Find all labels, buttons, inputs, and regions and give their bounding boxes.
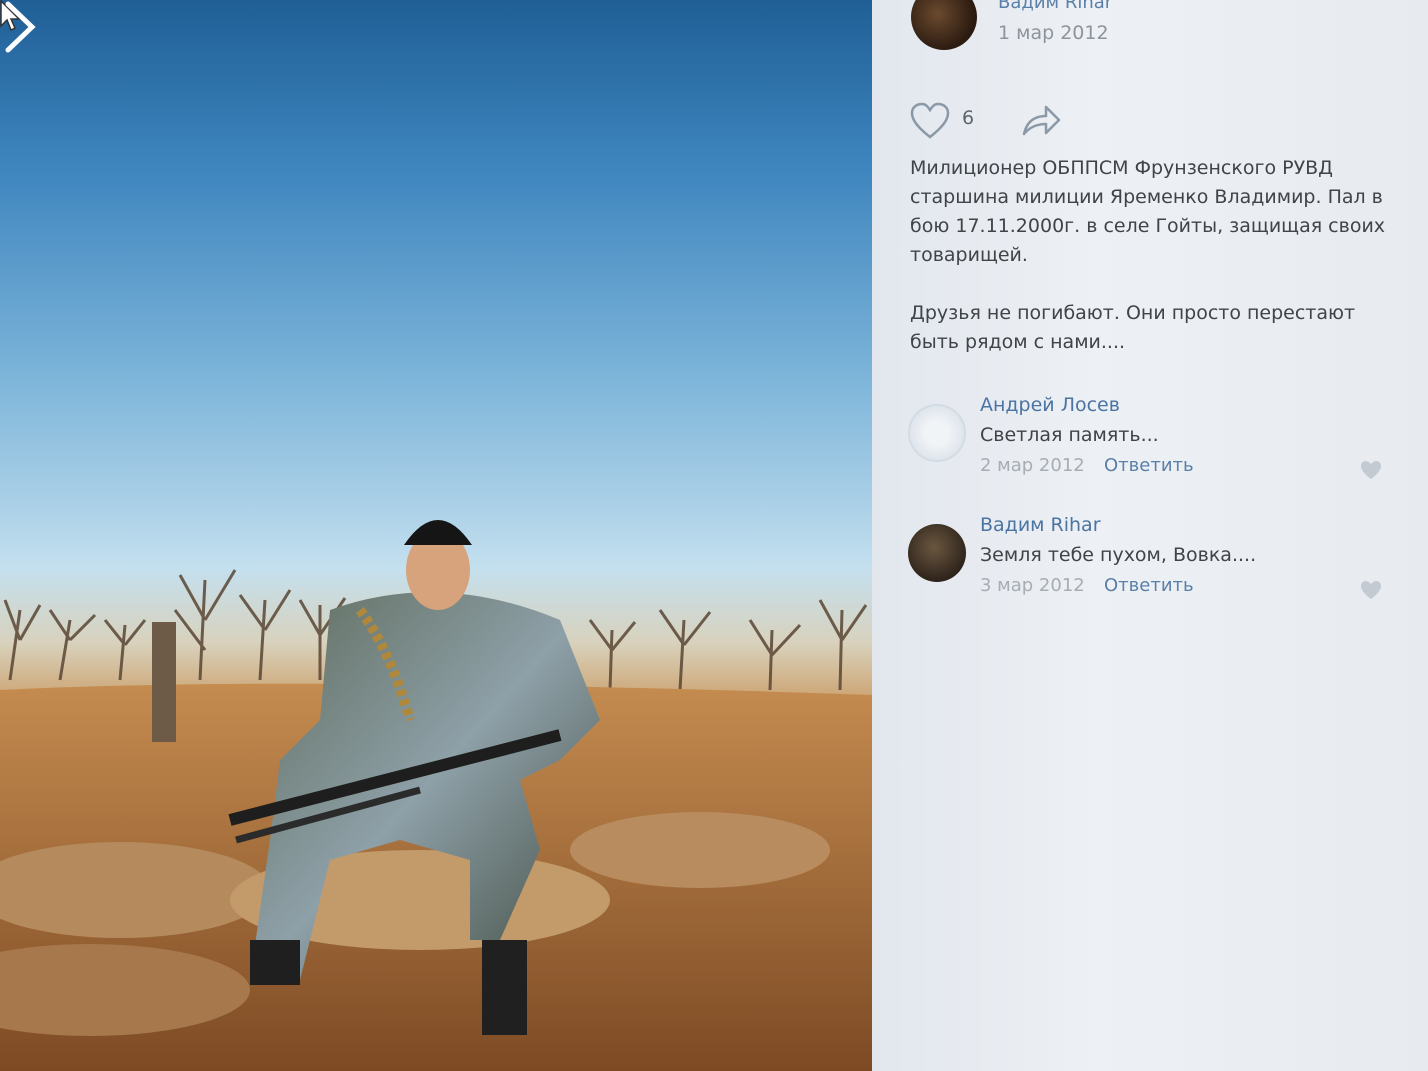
photo-image <box>0 520 872 1071</box>
post-date: 1 мар 2012 <box>998 22 1109 44</box>
comment-author[interactable]: Вадим Rihar <box>980 514 1101 536</box>
heart-icon[interactable] <box>1360 580 1382 600</box>
comment-text: Светлая память... <box>980 424 1159 446</box>
author-avatar[interactable] <box>911 0 977 50</box>
like-count: 6 <box>962 107 975 129</box>
post-text: Милиционер ОБППСМ Фрунзенского РУВД стар… <box>910 157 1386 353</box>
author-name[interactable]: Вадим Rihar <box>998 0 1112 13</box>
comment-author[interactable]: Андрей Лосев <box>980 394 1120 416</box>
avatar[interactable] <box>908 404 966 462</box>
reply-link[interactable]: Ответить <box>1104 455 1194 476</box>
photo-viewer <box>0 0 872 1071</box>
reply-link[interactable]: Ответить <box>1104 575 1194 596</box>
heart-icon[interactable] <box>910 102 950 140</box>
comment-item: Вадим Rihar Земля тебе пухом, Вовка.... … <box>872 514 1428 624</box>
comment-date: 3 мар 2012 <box>980 575 1085 596</box>
comment-date: 2 мар 2012 <box>980 455 1085 476</box>
chevron-right-icon[interactable] <box>0 0 40 54</box>
share-arrow-icon[interactable] <box>1020 102 1062 140</box>
comment-item: Андрей Лосев Светлая память... 2 мар 201… <box>872 394 1428 504</box>
post-panel: Вадим Rihar 1 мар 2012 6 Милиционер ОБПП… <box>872 0 1428 1071</box>
heart-icon[interactable] <box>1360 460 1382 480</box>
avatar[interactable] <box>908 524 966 582</box>
comment-text: Земля тебе пухом, Вовка.... <box>980 544 1257 566</box>
